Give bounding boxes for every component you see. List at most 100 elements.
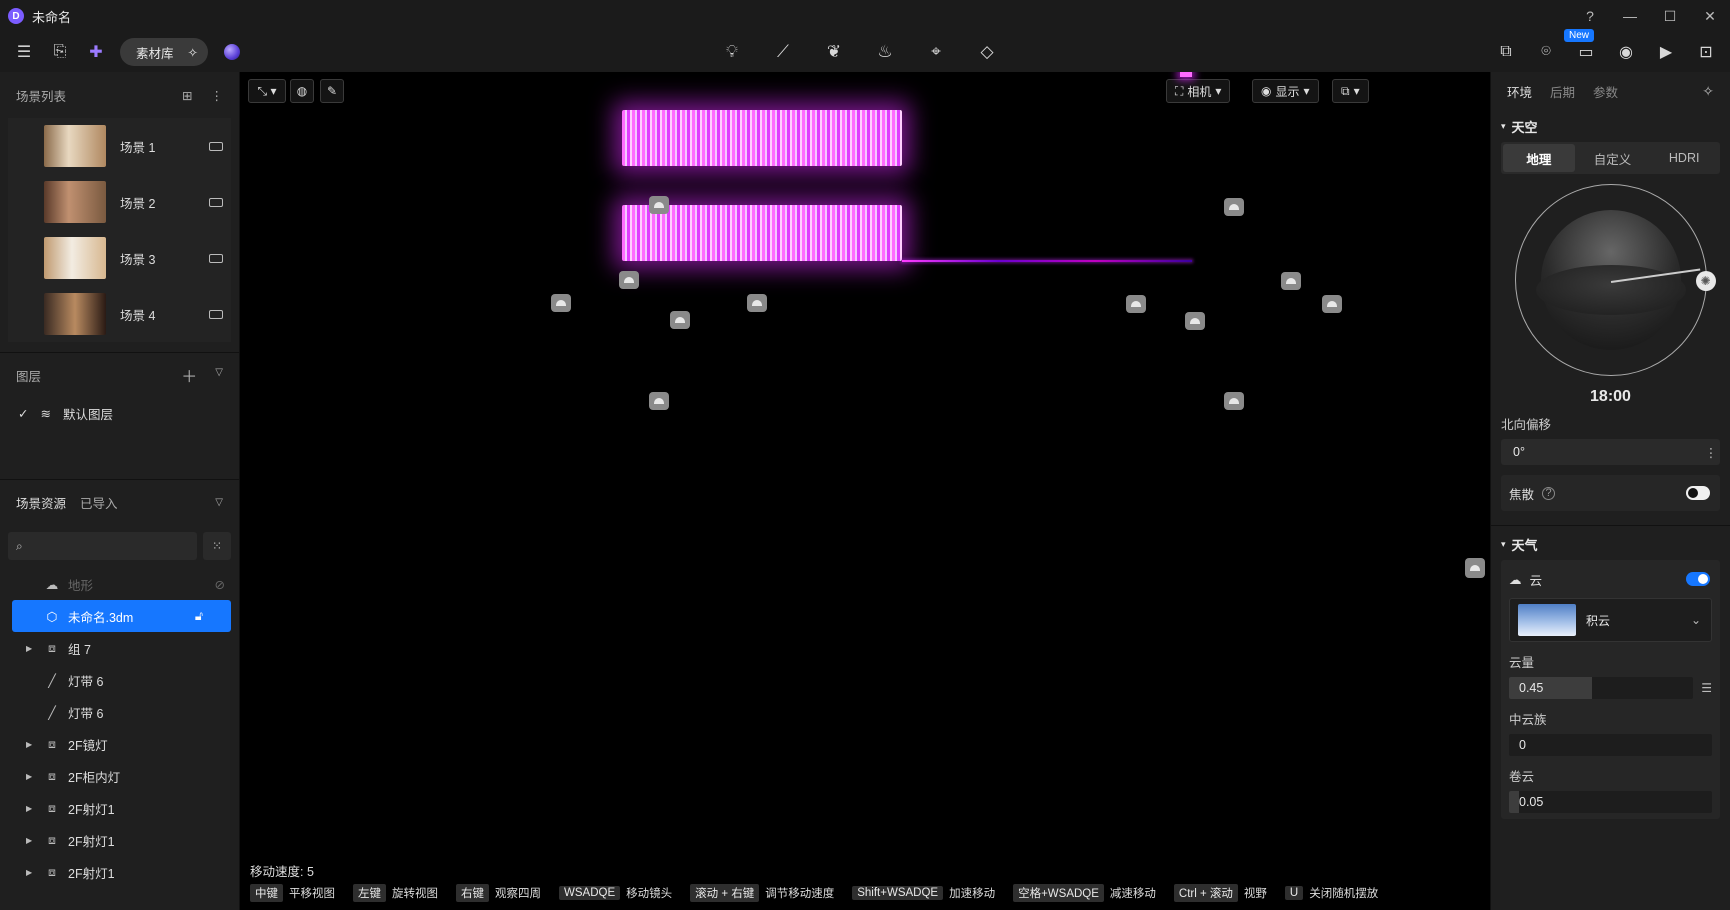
light-marker[interactable] — [649, 196, 669, 214]
light-marker[interactable] — [1281, 272, 1301, 290]
render-orb-icon[interactable] — [224, 44, 240, 60]
light-marker[interactable] — [747, 294, 767, 312]
import-file-icon[interactable]: ⎘ — [46, 38, 74, 66]
tab-post[interactable]: 后期 — [1550, 82, 1575, 101]
cursor-plus-icon[interactable]: ⌖ — [922, 38, 950, 66]
image-edit-icon[interactable]: ⧉ — [1492, 38, 1520, 66]
cirrus-slider[interactable]: 0.05 — [1509, 791, 1712, 813]
camera-icon[interactable] — [209, 309, 223, 319]
light-marker[interactable] — [1224, 392, 1244, 410]
expand-caret-icon[interactable]: ▶ — [26, 804, 32, 813]
camera-icon[interactable] — [209, 253, 223, 263]
scene-item[interactable]: 场景 1 — [8, 118, 231, 174]
light-marker[interactable] — [551, 294, 571, 312]
expand-caret-icon[interactable]: ▶ — [26, 740, 32, 749]
sun-handle-icon[interactable]: ✺ — [1695, 271, 1716, 291]
weather-section-header[interactable]: ▾ 天气 — [1491, 528, 1730, 560]
tree-item-group[interactable]: ▶ ⧈ 2F射灯1 — [0, 856, 239, 888]
flame-icon[interactable]: ♨ — [871, 38, 899, 66]
tab-params[interactable]: 参数 — [1593, 82, 1618, 101]
render-queue-icon[interactable]: ▭ — [1572, 38, 1600, 66]
check-icon[interactable]: ✓ — [18, 406, 28, 421]
globe-icon[interactable]: ◍ — [290, 79, 314, 103]
tree-item-group[interactable]: ▶ ⧈ 2F镜灯 — [0, 728, 239, 760]
sky-mode-hdri[interactable]: HDRI — [1648, 142, 1720, 174]
3d-viewport[interactable]: ⤡ ▾ ◍ ✎ ⛶ 相机 ▾ ◉ 显示 ▾ ⧉ ▾ 移动速度: 5 中键 平移视… — [240, 72, 1490, 910]
search-input[interactable]: ⌕ — [8, 532, 197, 560]
tree-item-line[interactable]: ╱ 灯带 6 — [0, 696, 239, 728]
light-marker[interactable] — [1224, 198, 1244, 216]
scene-item[interactable]: 场景 3 — [8, 230, 231, 286]
leaf-icon[interactable]: ❦ — [820, 38, 848, 66]
scene-item[interactable]: 场景 2 — [8, 174, 231, 230]
camera-icon[interactable] — [209, 197, 223, 207]
light-marker[interactable] — [670, 311, 690, 329]
tree-item-group[interactable]: ▶ ⧈ 2F柜内灯 — [0, 760, 239, 792]
asset-library-button[interactable]: 素材库 ✧ — [120, 38, 208, 66]
help-icon[interactable]: ? — [1542, 486, 1556, 500]
sky-mode-geo[interactable]: 地理 — [1503, 144, 1575, 172]
cloud-type-select[interactable]: 积云 ⌄ — [1509, 598, 1712, 642]
layer-item[interactable]: ✓ ≋ 默认图层 — [0, 397, 239, 429]
inbox-icon[interactable]: ⊡ — [1692, 38, 1720, 66]
expand-caret-icon[interactable]: ▶ — [26, 868, 32, 877]
maximize-button[interactable]: ☐ — [1650, 8, 1690, 25]
collapse-icon[interactable]: ▽ — [215, 497, 223, 508]
hidden-eye-icon[interactable]: ⊘ — [215, 577, 225, 592]
cloud-toggle[interactable] — [1686, 572, 1710, 586]
help-icon[interactable]: ? — [1570, 8, 1610, 24]
north-offset-input[interactable]: 0° ⋮ — [1501, 439, 1720, 465]
caustics-toggle[interactable] — [1686, 486, 1710, 500]
transform-mode-button[interactable]: ⤡ ▾ — [248, 79, 286, 103]
close-button[interactable]: ✕ — [1690, 8, 1730, 25]
grid-view-button[interactable]: ⁙ — [203, 532, 231, 560]
light-bulb-icon[interactable]: 💡︎ — [718, 38, 746, 66]
expand-caret-icon[interactable]: ▶ — [26, 772, 32, 781]
light-marker[interactable] — [619, 271, 639, 289]
light-marker[interactable] — [649, 392, 669, 410]
surface-icon[interactable]: ◇ — [973, 38, 1001, 66]
camera-dropdown[interactable]: ⛶ 相机 ▾ — [1166, 79, 1231, 103]
expand-caret-icon[interactable]: ▶ — [26, 836, 32, 845]
view-layout-dropdown[interactable]: ⧉ ▾ — [1332, 79, 1369, 103]
tree-item-group[interactable]: ▶ ⧈ 2F射灯1 — [0, 792, 239, 824]
lock-icon[interactable]: 🔓︎ — [195, 609, 203, 624]
menu-icon[interactable]: ☰ — [10, 38, 38, 66]
collapse-icon[interactable]: ▽ — [215, 363, 223, 387]
mid-cloud-slider[interactable]: 0 — [1509, 734, 1712, 756]
pin-icon[interactable]: ⌾ — [1532, 38, 1560, 66]
tab-scene-assets[interactable]: 场景资源 — [16, 493, 66, 512]
ai-plus-icon[interactable]: ✚ — [82, 38, 110, 66]
add-scene-icon[interactable]: ⊞ — [182, 88, 192, 103]
expand-caret-icon[interactable]: ▶ — [26, 644, 32, 653]
tab-environment[interactable]: 环境 — [1507, 82, 1532, 101]
sky-section-header[interactable]: ▾ 天空 — [1491, 110, 1730, 142]
cloud-amount-slider[interactable]: 0.45 — [1509, 677, 1694, 699]
scene-item[interactable]: 场景 4 — [8, 286, 231, 342]
eyedropper-icon[interactable]: ✎ — [320, 79, 344, 103]
tree-item-model[interactable]: ⬡ 未命名.3dm 🔓︎ — [12, 600, 231, 632]
tree-item-group[interactable]: ▶ ⧈ 2F射灯1 — [0, 824, 239, 856]
adjust-icon[interactable]: ☰ — [1701, 681, 1712, 695]
minimize-button[interactable]: — — [1610, 8, 1650, 24]
spline-icon[interactable]: ⟋ — [769, 38, 797, 66]
display-dropdown[interactable]: ◉ 显示 ▾ — [1252, 79, 1319, 103]
tree-item-terrain[interactable]: ☁ 地形 ⊘ — [0, 568, 239, 600]
sky-mode-custom[interactable]: 自定义 — [1577, 142, 1649, 174]
more-icon[interactable]: ⋮ — [211, 88, 224, 103]
camera-icon[interactable]: ◉ — [1612, 38, 1640, 66]
brush-tool-icon[interactable] — [1465, 558, 1485, 578]
tab-imported[interactable]: 已导入 — [80, 493, 118, 512]
sparkle-icon[interactable]: ✧ — [1702, 83, 1714, 100]
more-icon[interactable]: ⋮ — [1700, 445, 1722, 460]
light-marker[interactable] — [1322, 295, 1342, 313]
camera-icon[interactable] — [209, 141, 223, 151]
tree-item-line[interactable]: ╱ 灯带 6 — [0, 664, 239, 696]
light-panel-top[interactable] — [622, 110, 902, 166]
video-icon[interactable]: ▶ — [1652, 38, 1680, 66]
light-marker[interactable] — [1126, 295, 1146, 313]
sun-dial[interactable]: ✺ — [1514, 184, 1716, 376]
tree-item-group[interactable]: ▶ ⧈ 组 7 — [0, 632, 239, 664]
add-layer-icon[interactable]: ＋ — [181, 363, 197, 387]
light-marker[interactable] — [1185, 312, 1205, 330]
